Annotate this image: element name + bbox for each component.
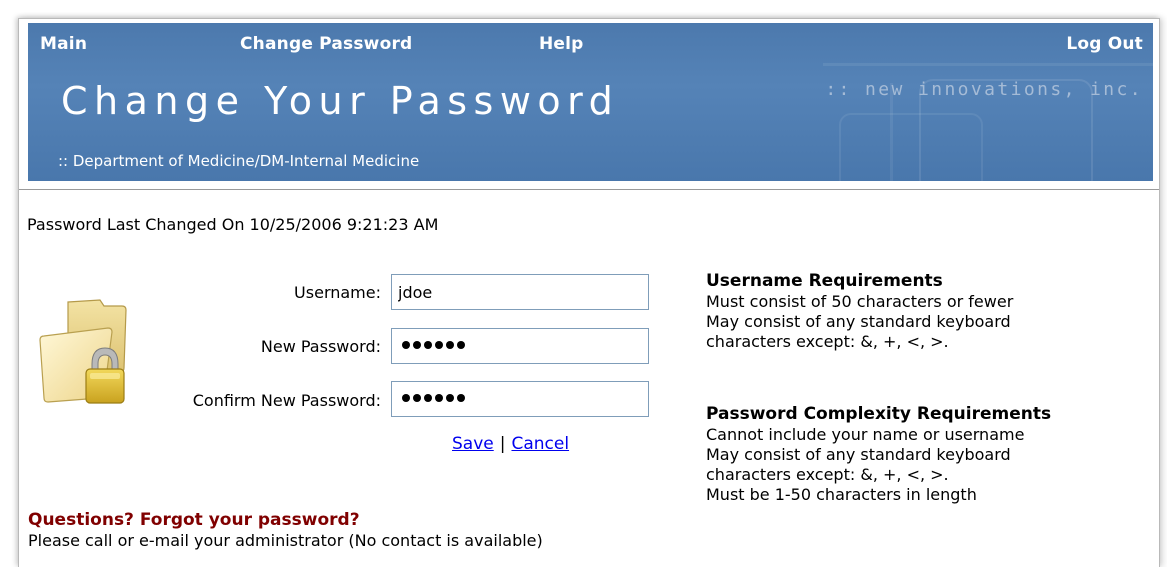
new-password-field[interactable] bbox=[391, 328, 649, 364]
header-decoration bbox=[823, 63, 1153, 66]
username-requirements-list: Must consist of 50 characters or fewer M… bbox=[706, 292, 1013, 352]
confirm-password-field[interactable] bbox=[391, 381, 649, 417]
requirement-line: characters except: &, +, <, >. bbox=[706, 332, 949, 351]
username-requirements-title: Username Requirements bbox=[706, 271, 943, 291]
nav-main-link[interactable]: Main bbox=[40, 34, 87, 54]
requirement-line: Must consist of 50 characters or fewer bbox=[706, 292, 1014, 311]
form-actions: Save | Cancel bbox=[452, 434, 569, 454]
new-password-label: New Password: bbox=[260, 337, 381, 356]
nav-help-link[interactable]: Help bbox=[539, 34, 584, 54]
requirement-line: Must be 1-50 characters in length bbox=[706, 485, 977, 504]
confirm-password-label: Confirm New Password: bbox=[192, 391, 381, 410]
header-banner: Main Change Password Help Log Out Change… bbox=[28, 23, 1153, 181]
cancel-link[interactable]: Cancel bbox=[511, 434, 569, 454]
password-mask bbox=[402, 341, 465, 349]
username-field[interactable] bbox=[391, 274, 649, 310]
nav-logout-link[interactable]: Log Out bbox=[1066, 34, 1143, 54]
password-mask bbox=[402, 394, 465, 402]
username-label: Username: bbox=[294, 283, 381, 302]
header-decoration bbox=[839, 113, 983, 181]
requirement-line: Cannot include your name or username bbox=[706, 425, 1025, 444]
password-last-changed: Password Last Changed On 10/25/2006 9:21… bbox=[27, 215, 439, 234]
save-link[interactable]: Save bbox=[452, 434, 494, 454]
nav-change-password-link[interactable]: Change Password bbox=[240, 34, 412, 54]
password-requirements-list: Cannot include your name or username May… bbox=[706, 425, 1024, 505]
requirement-line: May consist of any standard keyboard bbox=[706, 445, 1011, 464]
requirement-line: characters except: &, +, <, >. bbox=[706, 465, 949, 484]
requirement-line: May consist of any standard keyboard bbox=[706, 312, 1011, 331]
page-title: Change Your Password bbox=[61, 79, 620, 123]
password-requirements-title: Password Complexity Requirements bbox=[706, 404, 1052, 424]
folder-lock-icon bbox=[38, 298, 130, 408]
brand-name: :: new innovations, inc. bbox=[825, 79, 1143, 100]
header-divider bbox=[19, 189, 1159, 190]
action-separator: | bbox=[499, 434, 506, 454]
help-contact-text: Please call or e-mail your administrator… bbox=[28, 531, 543, 550]
help-question-heading: Questions? Forgot your password? bbox=[28, 510, 360, 530]
page-frame: Main Change Password Help Log Out Change… bbox=[18, 18, 1160, 567]
department-label: :: Department of Medicine/DM-Internal Me… bbox=[58, 152, 420, 170]
